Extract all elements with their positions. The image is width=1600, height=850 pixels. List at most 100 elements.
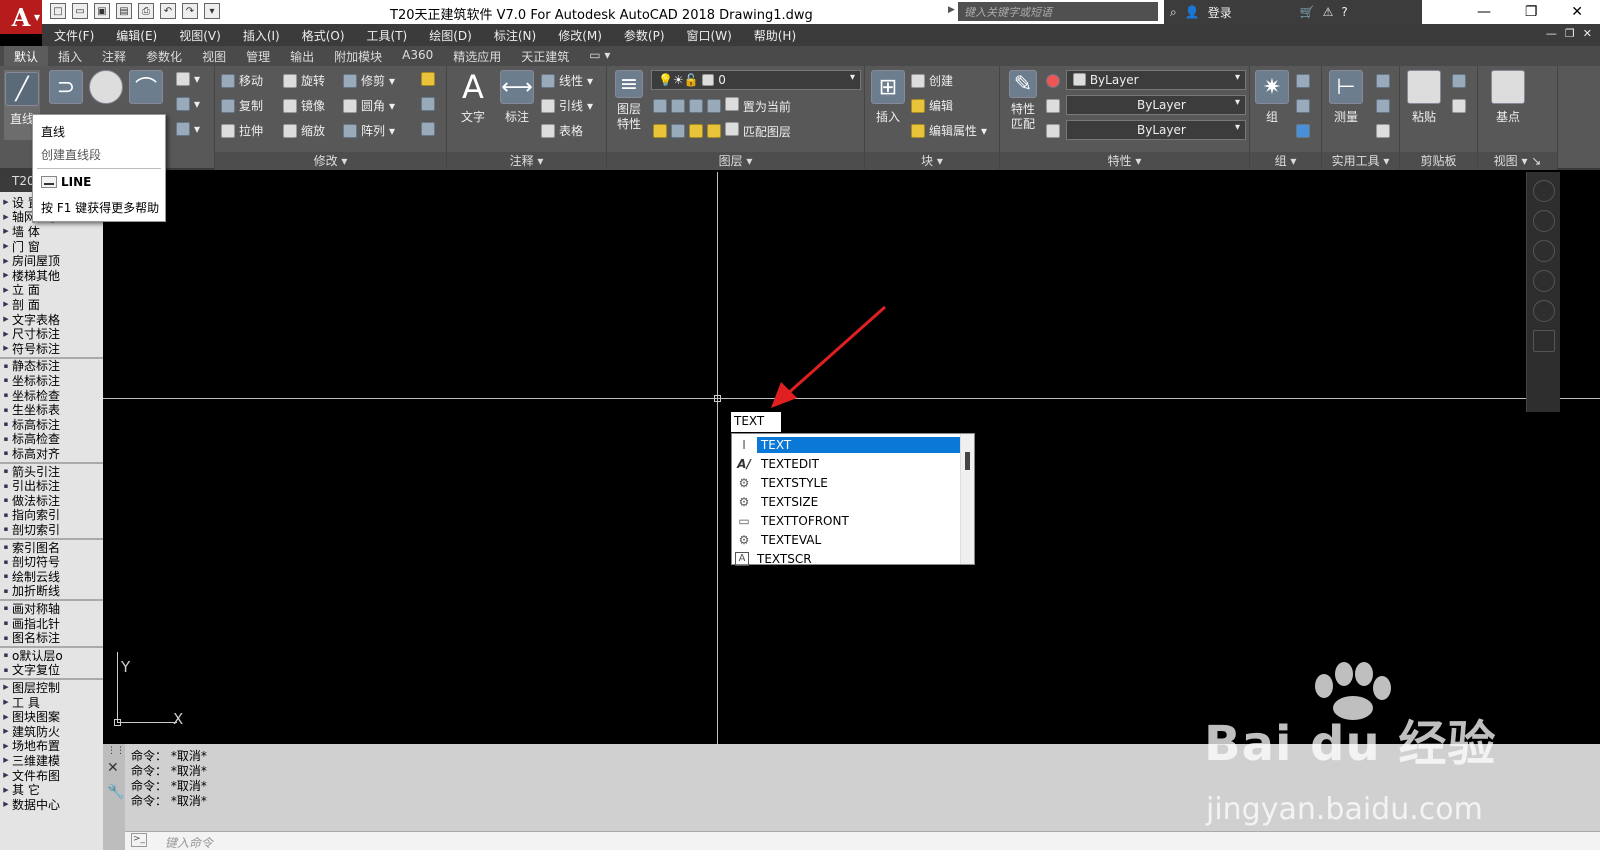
erase-button[interactable] — [421, 72, 435, 86]
move-button[interactable]: 移动 — [221, 72, 263, 89]
palette-item[interactable]: ▪ 箭头引注 — [0, 464, 103, 479]
palette-item[interactable]: ▶ 楼梯其他 — [0, 268, 103, 283]
doc-minimize-icon[interactable]: — — [1546, 27, 1557, 40]
layer-off-icon[interactable] — [653, 99, 667, 113]
close-icon[interactable]: ✕ — [1571, 4, 1583, 20]
user-icon[interactable]: 👤 — [1185, 5, 1200, 19]
autocomplete-item[interactable]: ⚙ TEXTSIZE — [732, 492, 960, 511]
palette-item[interactable]: ▪ 指向索引 — [0, 508, 103, 522]
menu-view[interactable]: 视图(V) — [179, 27, 221, 44]
autocomplete-scrollbar[interactable] — [960, 434, 974, 564]
steering-wheel-icon[interactable] — [1532, 210, 1555, 232]
tab-a360[interactable]: A360 — [392, 46, 443, 66]
layer-dropdown[interactable]: 💡☀🔓 0 ▾ — [651, 70, 861, 90]
point-icon[interactable] — [1376, 99, 1390, 113]
scale-button[interactable]: 缩放 — [283, 122, 325, 139]
layer-on-icon[interactable] — [653, 124, 667, 138]
edit-attributes-button[interactable]: 编辑属性 ▾ — [911, 122, 987, 139]
utilities-panel-title[interactable]: 实用工具 ▾ — [1322, 152, 1399, 170]
quick-select-icon[interactable] — [1376, 74, 1390, 88]
pan-icon[interactable] — [1532, 240, 1555, 262]
group-button[interactable]: ✷ 组 — [1254, 70, 1290, 125]
copy-button[interactable]: 复制 — [221, 97, 263, 114]
properties-panel-title[interactable]: 特性 ▾ — [1000, 152, 1249, 170]
palette-item[interactable]: ▶ 文件布图 — [0, 768, 103, 783]
region-button[interactable]: ▾ — [176, 122, 200, 136]
tab-insert[interactable]: 插入 — [48, 46, 92, 66]
menu-file[interactable]: 文件(F) — [54, 27, 94, 44]
clipboard-panel-title[interactable]: 剪贴板 — [1400, 152, 1477, 170]
palette-item[interactable]: ▪ 标高标注 — [0, 417, 103, 432]
insert-button[interactable]: ⊞ 插入 — [869, 70, 907, 125]
dimension-button[interactable]: ⟷ 标注 — [497, 70, 537, 125]
layers-panel-title[interactable]: 图层 ▾ — [607, 152, 864, 170]
palette-item[interactable]: ▶ 建筑防火 — [0, 724, 103, 739]
palette-item[interactable]: ▶ 尺寸标注 — [0, 326, 103, 341]
palette-item[interactable]: ▪ 图名标注 — [0, 630, 103, 645]
close-command-icon[interactable]: ✕ — [107, 760, 119, 776]
palette-item[interactable]: ▶ 图块图案 — [0, 709, 103, 724]
copy-clip-icon[interactable] — [1452, 99, 1466, 113]
tab-annotate[interactable]: 注释 — [92, 46, 136, 66]
table-button[interactable]: 表格 — [541, 122, 583, 139]
menu-help[interactable]: 帮助(H) — [754, 27, 796, 44]
fillet-button[interactable]: 圆角 ▾ — [343, 97, 395, 114]
modify-panel-title[interactable]: 修改 ▾ — [215, 152, 446, 170]
layer-lock-icon[interactable] — [707, 99, 721, 113]
doc-restore-icon[interactable]: ❐ — [1565, 27, 1575, 40]
menu-insert[interactable]: 插入(I) — [243, 27, 280, 44]
palette-item[interactable]: ▶ 场地布置 — [0, 739, 103, 753]
palette-item[interactable]: ▪ 静态标注 — [0, 359, 103, 373]
linear-button[interactable]: 线性 ▾ — [541, 72, 593, 89]
layer-unisolate-icon[interactable] — [671, 124, 685, 138]
menu-draw[interactable]: 绘图(D) — [429, 27, 472, 44]
palette-item[interactable]: ▶ 剖 面 — [0, 297, 103, 312]
cut-icon[interactable] — [1452, 74, 1466, 88]
app-menu-button[interactable]: A ▼ — [0, 0, 42, 34]
palette-item[interactable]: ▪ 剖切符号 — [0, 554, 103, 569]
binoculars-icon[interactable]: ⌕ — [1170, 5, 1177, 20]
hatch-button[interactable]: ▾ — [176, 97, 200, 111]
print-icon[interactable]: ⎙ — [138, 3, 154, 19]
login-link[interactable]: 登录 — [1208, 4, 1232, 21]
match-layer-button[interactable]: 匹配图层 — [725, 122, 791, 140]
text-button[interactable]: A 文字 — [453, 68, 493, 125]
viewcube-icon[interactable] — [1532, 180, 1555, 202]
autocomplete-item[interactable]: A TEXTSCR — [732, 549, 960, 568]
palette-item[interactable]: ▪ 标高检查 — [0, 432, 103, 446]
rectangle-button[interactable]: ▾ — [176, 72, 200, 86]
layer-properties-button[interactable]: ≡ 图层 特性 — [611, 70, 647, 132]
autocomplete-item[interactable]: I TEXT — [732, 435, 960, 454]
edit-block-button[interactable]: 编辑 — [911, 97, 953, 114]
autocomplete-item[interactable]: A/TEXTEDIT — [732, 454, 960, 473]
search-input[interactable]: 键入关键字或短语 — [958, 2, 1158, 21]
view-panel-title[interactable]: 视图 ▾ ↘ — [1478, 152, 1557, 170]
palette-item[interactable]: ▶ 房间屋顶 — [0, 253, 103, 268]
palette-item[interactable]: ▪ 标高对齐 — [0, 446, 103, 461]
palette-item[interactable]: ▶ 符号标注 — [0, 341, 103, 356]
menu-parametric[interactable]: 参数(P) — [624, 27, 665, 44]
palette-item[interactable]: ▶ 文字表格 — [0, 312, 103, 327]
tab-output[interactable]: 输出 — [280, 46, 324, 66]
tab-featured-apps[interactable]: 精选应用 — [443, 46, 511, 66]
palette-item[interactable]: ▪ 坐标检查 — [0, 388, 103, 403]
qat-dropdown-icon[interactable]: ▾ — [204, 3, 220, 19]
minimize-icon[interactable]: — — [1477, 4, 1491, 20]
palette-item[interactable]: ▶ 立 面 — [0, 283, 103, 297]
palette-item[interactable]: ▶ 工 具 — [0, 695, 103, 710]
leader-button[interactable]: 引线 ▾ — [541, 97, 593, 114]
tab-parametric[interactable]: 参数化 — [136, 46, 192, 66]
doc-close-icon[interactable]: ✕ — [1583, 27, 1592, 40]
customize-wrench-icon[interactable]: 🔧 — [107, 784, 124, 800]
color-dropdown[interactable]: ByLayer ▾ — [1066, 70, 1246, 90]
arc-button[interactable]: ⌒ — [128, 70, 164, 108]
palette-item[interactable]: ▶ 三维建模 — [0, 753, 103, 768]
command-prompt-icon[interactable]: >_ — [131, 833, 147, 847]
exchange-icon[interactable]: ⚠ — [1323, 5, 1334, 19]
scrollbar-thumb[interactable] — [965, 452, 970, 470]
palette-item[interactable]: ▪ 坐标标注 — [0, 373, 103, 388]
group-select-icon[interactable] — [1296, 124, 1310, 138]
dynamic-input[interactable]: TEXT — [731, 412, 781, 432]
offset-button[interactable] — [421, 122, 435, 136]
open-icon[interactable]: ▭ — [72, 3, 88, 19]
